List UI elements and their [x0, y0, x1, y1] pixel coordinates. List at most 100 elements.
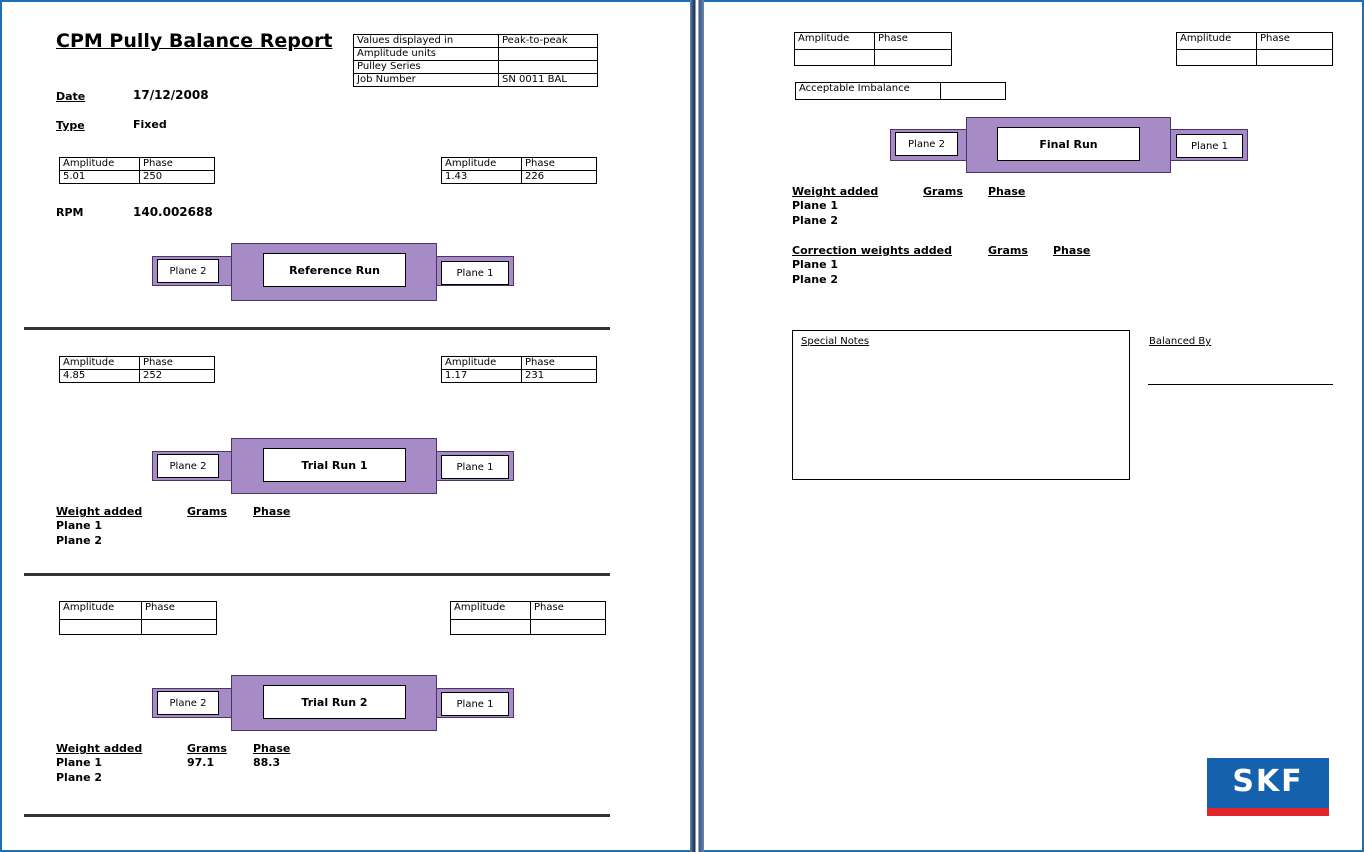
amplitude-value[interactable] [1176, 49, 1257, 66]
correction-weights-label: Correction weights added [792, 244, 952, 257]
amplitude-value[interactable]: 1.17 [441, 369, 522, 383]
weight-added-label: Weight added [792, 185, 879, 198]
info-value[interactable] [498, 60, 598, 74]
plane-1-grams: 97.1 [187, 756, 215, 769]
amplitude-header: Amplitude [59, 356, 140, 370]
skf-logo: SKF [1207, 758, 1329, 816]
phase-value[interactable]: 250 [139, 170, 215, 184]
date-value: 17/12/2008 [133, 88, 209, 102]
info-label: Values displayed in [353, 34, 499, 48]
plane-1-label: Plane 1 [792, 199, 839, 212]
run-title: Trial Run 1 [263, 448, 406, 482]
amplitude-header: Amplitude [794, 32, 875, 50]
page-divider[interactable] [690, 0, 704, 852]
trial1-left-table: Amplitude Phase 4.85 252 [59, 356, 215, 383]
phase-header: Phase [988, 185, 1026, 198]
run-title: Reference Run [263, 253, 406, 287]
correction-plane-2-label: Plane 2 [792, 273, 839, 286]
skf-logo-text: SKF [1232, 764, 1304, 799]
plane-2-label: Plane 2 [792, 214, 839, 227]
amplitude-value[interactable]: 4.85 [59, 369, 140, 383]
run-title: Final Run [997, 127, 1140, 161]
phase-header: Phase [530, 601, 606, 620]
ref-left-table: Amplitude Phase 5.01 250 [59, 157, 215, 184]
phase-value[interactable] [874, 49, 952, 66]
amplitude-value[interactable]: 5.01 [59, 170, 140, 184]
correction-grams-header: Grams [988, 244, 1028, 257]
plane-1-phase: 88.3 [253, 756, 281, 769]
info-value[interactable]: SN 0011 BAL [498, 73, 598, 87]
section-divider [24, 573, 610, 576]
info-label: Pulley Series [353, 60, 499, 74]
phase-header: Phase [139, 157, 215, 171]
plane-2-box: Plane 2 [895, 132, 958, 156]
weight-added-label: Weight added [56, 742, 143, 755]
plane-1-label: Plane 1 [56, 519, 103, 532]
amplitude-value[interactable] [450, 619, 531, 635]
plane-1-box: Plane 1 [441, 261, 509, 285]
phase-header: Phase [1256, 32, 1333, 50]
grams-header: Grams [187, 505, 227, 518]
phase-value[interactable] [530, 619, 606, 635]
rpm-value: 140.002688 [133, 205, 213, 219]
amplitude-value[interactable]: 1.43 [441, 170, 522, 184]
weight-added-label: Weight added [56, 505, 143, 518]
trial1-right-table: Amplitude Phase 1.17 231 [441, 356, 597, 383]
plane-1-box: Plane 1 [1176, 134, 1243, 158]
type-value: Fixed [133, 118, 167, 131]
plane-1-box: Plane 1 [441, 692, 509, 716]
amplitude-value[interactable] [59, 619, 142, 635]
amplitude-header: Amplitude [59, 601, 142, 620]
amplitude-header: Amplitude [450, 601, 531, 620]
plane-1-label: Plane 1 [56, 756, 103, 769]
amplitude-header: Amplitude [1176, 32, 1257, 50]
special-notes-box[interactable] [792, 330, 1130, 480]
plane-2-box: Plane 2 [157, 259, 219, 283]
correction-phase-header: Phase [1053, 244, 1091, 257]
skf-logo-stripe [1207, 808, 1329, 816]
info-value[interactable] [498, 47, 598, 61]
amplitude-header: Amplitude [441, 157, 522, 171]
info-value[interactable]: Peak-to-peak [498, 34, 598, 48]
plane-2-box: Plane 2 [157, 691, 219, 715]
trial2-left-table: Amplitude Phase [59, 601, 217, 635]
grams-header: Grams [187, 742, 227, 755]
special-notes-label: Special Notes [801, 336, 870, 347]
acceptable-imbalance-value[interactable] [940, 82, 1006, 100]
phase-value[interactable]: 226 [521, 170, 597, 184]
report-title: CPM Pully Balance Report [56, 30, 333, 52]
correction-plane-1-label: Plane 1 [792, 258, 839, 271]
amplitude-header: Amplitude [59, 157, 140, 171]
final-right-table: Amplitude Phase [1176, 32, 1333, 66]
plane-2-box: Plane 2 [157, 454, 219, 478]
section-divider [24, 327, 610, 330]
phase-value[interactable] [141, 619, 217, 635]
ref-right-table: Amplitude Phase 1.43 226 [441, 157, 597, 184]
trial2-right-table: Amplitude Phase [450, 601, 606, 635]
signature-line[interactable] [1148, 384, 1333, 385]
phase-header: Phase [874, 32, 952, 50]
phase-header: Phase [253, 742, 291, 755]
phase-header: Phase [521, 356, 597, 370]
phase-value[interactable]: 231 [521, 369, 597, 383]
acceptable-imbalance-table: Acceptable Imbalance [795, 82, 1006, 100]
phase-value[interactable] [1256, 49, 1333, 66]
info-table: Values displayed in Peak-to-peak Amplitu… [353, 34, 598, 87]
info-label: Job Number [353, 73, 499, 87]
phase-header: Phase [253, 505, 291, 518]
phase-value[interactable]: 252 [139, 369, 215, 383]
phase-header: Phase [141, 601, 217, 620]
run-title: Trial Run 2 [263, 685, 406, 719]
section-divider [24, 814, 610, 817]
acceptable-imbalance-label: Acceptable Imbalance [795, 82, 941, 100]
amplitude-header: Amplitude [441, 356, 522, 370]
phase-header: Phase [521, 157, 597, 171]
info-label: Amplitude units [353, 47, 499, 61]
phase-header: Phase [139, 356, 215, 370]
amplitude-value[interactable] [794, 49, 875, 66]
final-left-table: Amplitude Phase [794, 32, 952, 66]
plane-2-label: Plane 2 [56, 534, 103, 547]
type-label: Type [56, 119, 85, 132]
plane-2-label: Plane 2 [56, 771, 103, 784]
grams-header: Grams [923, 185, 963, 198]
